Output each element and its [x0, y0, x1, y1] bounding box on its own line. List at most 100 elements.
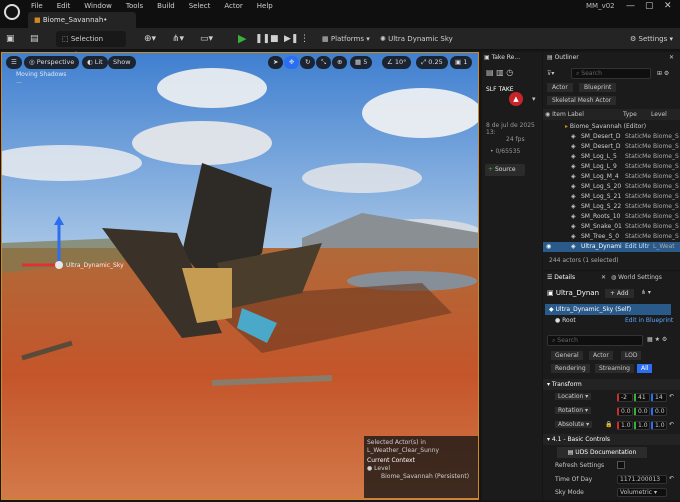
- scale-x-field[interactable]: 1.0: [617, 421, 633, 430]
- tab-rendering[interactable]: Rendering: [551, 364, 590, 373]
- scale-snap-button[interactable]: ⤢ 0.25: [416, 56, 448, 69]
- table-row[interactable]: ◈ SM_Log_M_4 StaticMe Biome_S: [543, 172, 680, 182]
- stop-icon[interactable]: ■: [270, 31, 279, 47]
- add-actor-icon[interactable]: ⊕▾: [144, 31, 156, 47]
- close-button[interactable]: ✕: [664, 1, 672, 11]
- table-row[interactable]: ◈ SM_Desert_D StaticMe Biome_S: [543, 132, 680, 142]
- perspective-button[interactable]: ◎ Perspective: [24, 56, 80, 69]
- blueprint-icon[interactable]: ⋔▾: [172, 31, 184, 47]
- rotation-y-field[interactable]: 0.0: [634, 407, 650, 416]
- menu-window[interactable]: Window: [77, 1, 119, 11]
- rotation-dropdown[interactable]: Rotation ▾: [555, 407, 592, 414]
- details-search-input[interactable]: ⌕ Search: [547, 335, 643, 346]
- table-row[interactable]: ◈ SM_Tree_S_0 StaticMe Biome_S: [543, 232, 680, 242]
- more-options-icon[interactable]: ⋮: [300, 31, 309, 47]
- menu-edit[interactable]: Edit: [50, 1, 78, 11]
- blueprint-options-icon[interactable]: ⋔ ▾: [641, 289, 651, 296]
- take-recorder-tab[interactable]: ▣ Take Re...: [484, 54, 520, 61]
- edit-in-blueprint-link[interactable]: Edit in Blueprint: [625, 317, 673, 324]
- level-value[interactable]: Biome_Savannah (Persistent): [367, 473, 475, 481]
- selected-actor-label[interactable]: Ultra_Dynamic_Sky: [66, 262, 124, 269]
- tab-lod[interactable]: LOD: [621, 351, 642, 360]
- outliner-tab[interactable]: ▤ Outliner: [547, 54, 579, 61]
- uds-documentation-button[interactable]: ▤ UDS Documentation: [557, 447, 647, 458]
- filter-actor-chip[interactable]: Actor: [547, 83, 573, 92]
- show-button[interactable]: Show: [108, 56, 136, 69]
- table-row[interactable]: ◈ SM_Snake_01 StaticMe Biome_S: [543, 222, 680, 232]
- table-row[interactable]: ◈ SM_Log_S_20 StaticMe Biome_S: [543, 182, 680, 192]
- settings-menu[interactable]: ⚙ Settings ▾: [630, 31, 673, 47]
- platforms-menu[interactable]: ▦ Platforms ▾: [322, 31, 370, 47]
- menu-build[interactable]: Build: [150, 1, 182, 11]
- menu-select[interactable]: Select: [182, 1, 218, 11]
- scale-z-field[interactable]: 1.0: [651, 421, 667, 430]
- sky-mode-dropdown[interactable]: Volumetric ▾: [617, 488, 667, 497]
- outliner-root-row[interactable]: ▸ Biome_Savannah (Editor): [543, 122, 680, 132]
- content-browser-icon[interactable]: ▤: [30, 31, 39, 47]
- location-dropdown[interactable]: Location ▾: [555, 393, 592, 400]
- filter-icon[interactable]: ⊽▾: [547, 70, 554, 77]
- recorder-toolbar-icon[interactable]: ▤ ▥ ◷: [486, 68, 513, 77]
- location-y-field[interactable]: 41: [634, 393, 650, 402]
- close-icon[interactable]: ✕: [601, 274, 606, 281]
- select-tool-icon[interactable]: ➤: [268, 56, 284, 69]
- save-icon[interactable]: ▣: [6, 31, 15, 47]
- minimize-button[interactable]: —: [626, 1, 635, 11]
- menu-help[interactable]: Help: [250, 1, 280, 11]
- scale-y-field[interactable]: 1.0: [634, 421, 650, 430]
- cinematics-icon[interactable]: ▭▾: [200, 31, 213, 47]
- world-settings-tab[interactable]: ◍ World Settings: [611, 274, 662, 281]
- maximize-button[interactable]: ▢: [645, 1, 654, 11]
- record-button[interactable]: ▲: [509, 92, 523, 106]
- col-type[interactable]: Type: [623, 109, 637, 120]
- tab-general[interactable]: General: [551, 351, 583, 360]
- table-row[interactable]: ◈ SM_Log_S_22 StaticMe Biome_S: [543, 202, 680, 212]
- col-item-label[interactable]: Item Label: [552, 111, 584, 118]
- grid-snap-button[interactable]: ▦ 5: [350, 56, 373, 69]
- table-row[interactable]: ◈ SM_Log_L_9 StaticMe Biome_S: [543, 162, 680, 172]
- lock-icon[interactable]: 🔒: [605, 421, 612, 428]
- basic-controls-section[interactable]: ▾ 4.1 - Basic Controls: [543, 434, 680, 445]
- reset-location-icon[interactable]: ↶: [669, 393, 674, 400]
- level-viewport[interactable]: Moving Shadows — Ultra_Dynamic_Sky ☰ ◎ P…: [1, 52, 479, 500]
- translate-tool-icon[interactable]: ✥: [284, 56, 300, 69]
- chevron-down-icon[interactable]: ▾: [532, 95, 536, 103]
- mode-selector[interactable]: ⬚ Selection Mode ▾: [56, 31, 126, 59]
- table-row[interactable]: ◈ SM_Roots_10 StaticMe Biome_S: [543, 212, 680, 222]
- table-row[interactable]: ◉ ◈ Ultra_Dynami Edit Ultr L_Weat: [543, 242, 680, 252]
- component-root-row[interactable]: ● Root: [555, 317, 576, 324]
- document-tab[interactable]: ■ Biome_Savannah•: [28, 12, 136, 28]
- tab-streaming[interactable]: Streaming: [595, 364, 634, 373]
- rotate-tool-icon[interactable]: ↻: [300, 56, 316, 69]
- lit-button[interactable]: ◐ Lit: [82, 56, 108, 69]
- reset-scale-icon[interactable]: ↶: [669, 421, 674, 428]
- table-row[interactable]: ◈ SM_Log_S_21 StaticMe Biome_S: [543, 192, 680, 202]
- unreal-logo-icon[interactable]: [4, 4, 20, 20]
- outliner-search-input[interactable]: ⌕ Search: [571, 68, 651, 79]
- outliner-settings-icon[interactable]: ⊞ ⚙: [657, 70, 669, 77]
- refresh-settings-checkbox[interactable]: [617, 461, 625, 469]
- world-space-icon[interactable]: ⊕: [332, 56, 348, 69]
- reset-time-icon[interactable]: ↶: [669, 475, 674, 482]
- scale-tool-icon[interactable]: ⤡: [316, 56, 332, 69]
- add-component-button[interactable]: + Add: [605, 289, 634, 298]
- filter-blueprint-chip[interactable]: Blueprint: [579, 83, 617, 92]
- eject-icon[interactable]: ▶❚: [284, 31, 298, 47]
- menu-tools[interactable]: Tools: [119, 1, 150, 11]
- play-icon[interactable]: ▶: [238, 31, 246, 47]
- rotation-z-field[interactable]: 0.0: [651, 407, 667, 416]
- rotation-x-field[interactable]: 0.0: [617, 407, 633, 416]
- filter-skeletal-mesh-chip[interactable]: Skeletal Mesh Actor: [547, 96, 617, 105]
- dynamic-sky-button[interactable]: ✺ Ultra Dynamic Sky: [380, 31, 453, 47]
- location-z-field[interactable]: 14: [651, 393, 667, 402]
- time-of-day-field[interactable]: 1171.200013: [617, 475, 667, 484]
- add-source-button[interactable]: + Source: [485, 164, 525, 176]
- col-level[interactable]: Level: [651, 109, 667, 120]
- visibility-icon[interactable]: ◉: [546, 242, 551, 252]
- pause-icon[interactable]: ❚❚: [255, 31, 270, 47]
- transform-section[interactable]: ▾ Transform: [543, 379, 680, 390]
- menu-file[interactable]: File: [24, 1, 50, 11]
- close-icon[interactable]: ✕: [669, 54, 674, 61]
- viewport-menu-icon[interactable]: ☰: [6, 56, 22, 69]
- details-options-icon[interactable]: ▦ ★ ⚙: [647, 336, 667, 343]
